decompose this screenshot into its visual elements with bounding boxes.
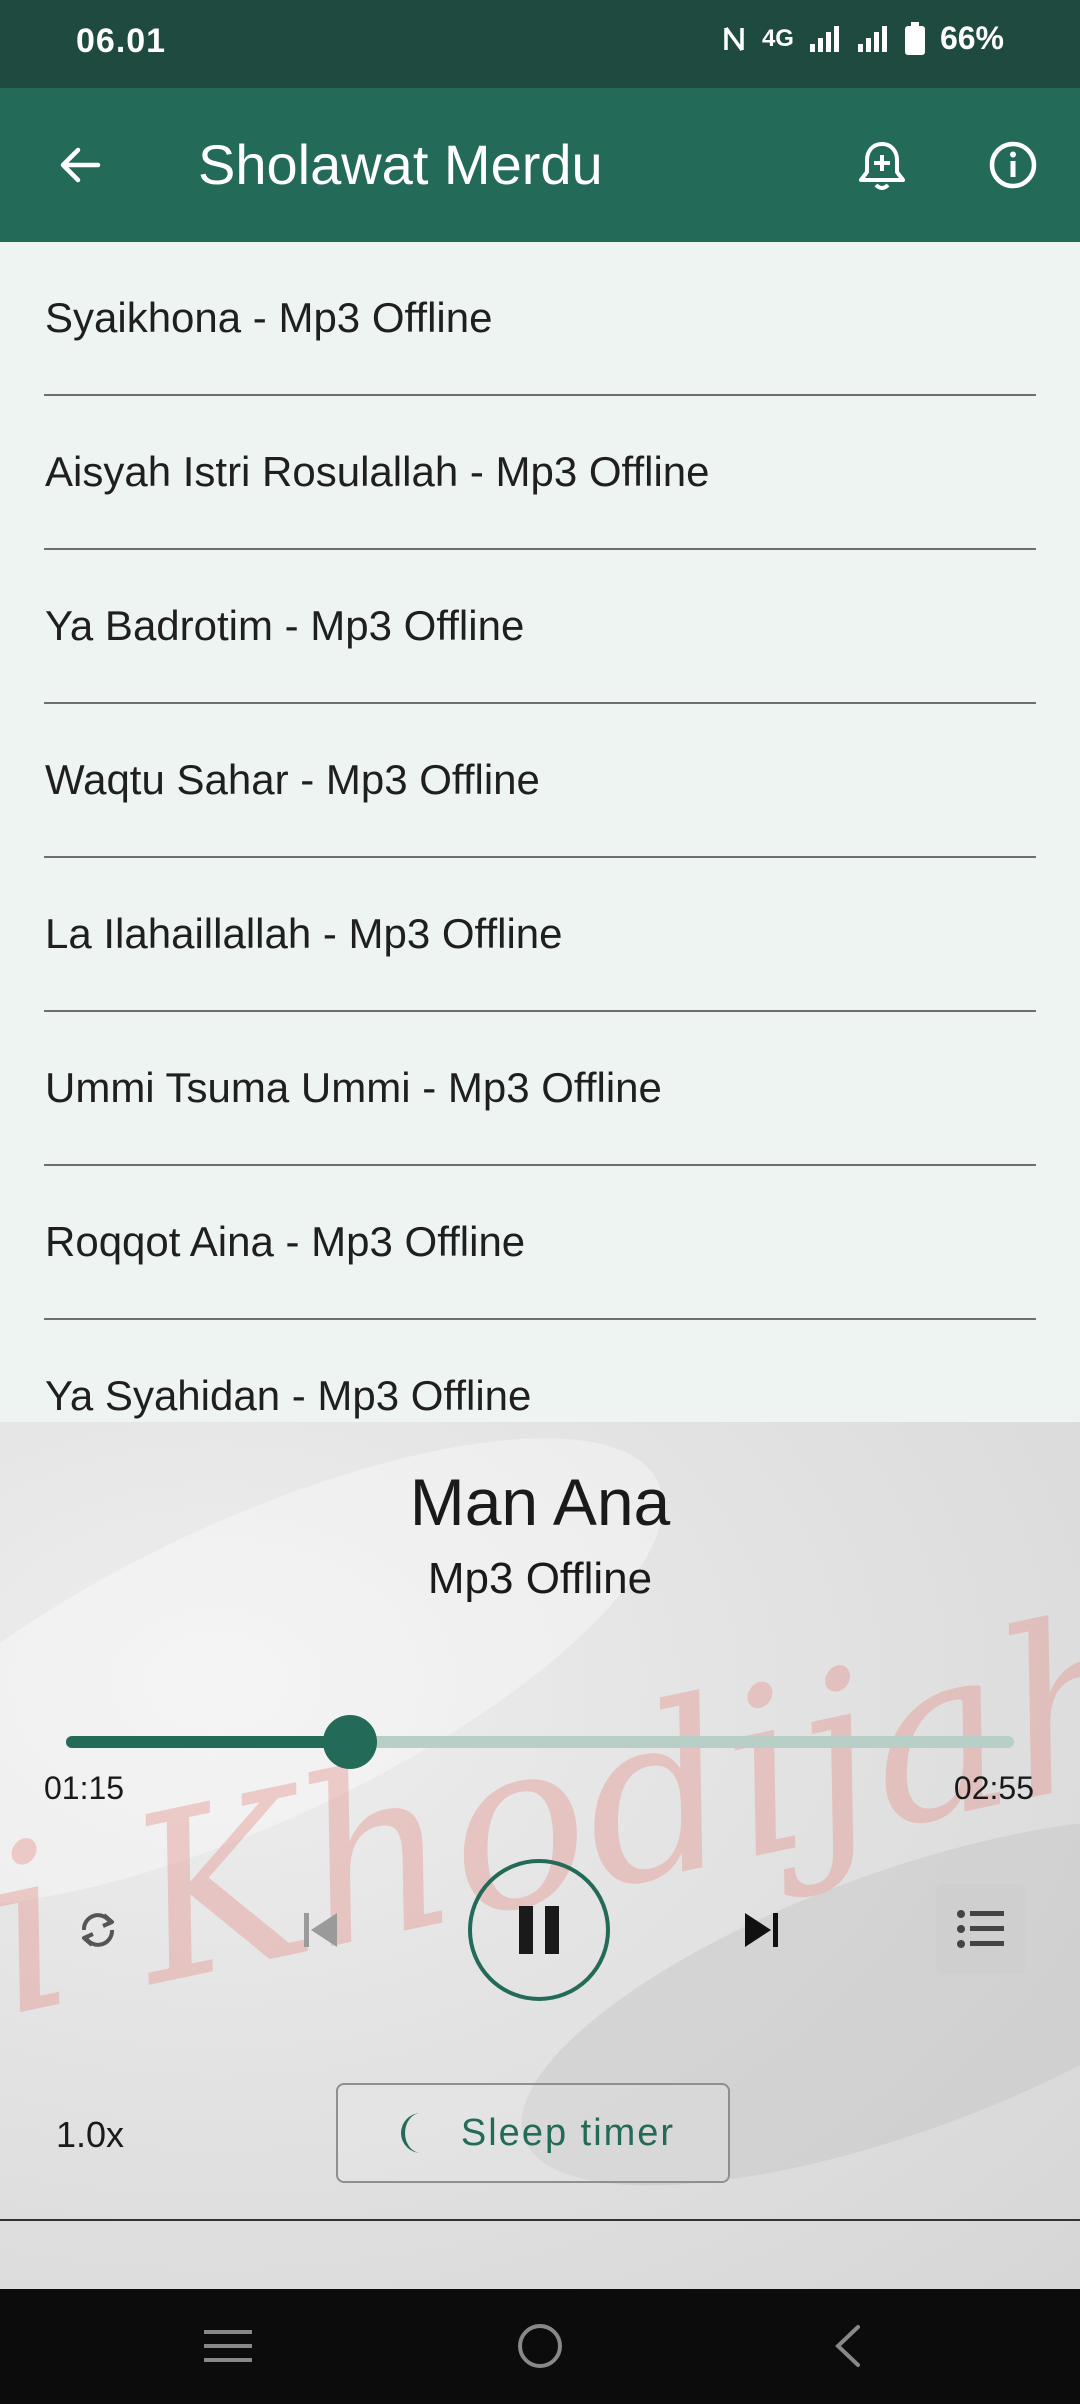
playlist-icon <box>957 1910 1004 1948</box>
recent-apps-button[interactable] <box>188 2316 268 2376</box>
system-nav-bar <box>0 2289 1080 2404</box>
list-item[interactable]: Waqtu Sahar - Mp3 Offline <box>44 704 1036 858</box>
seek-progress <box>66 1736 351 1748</box>
list-item[interactable]: Ya Badrotim - Mp3 Offline <box>44 550 1036 704</box>
notification-button[interactable] <box>842 125 922 205</box>
info-button[interactable] <box>973 125 1053 205</box>
pause-button[interactable] <box>468 1859 610 2001</box>
info-icon <box>989 141 1037 189</box>
now-playing-subtitle: Mp3 Offline <box>427 1554 653 1603</box>
skip-next-icon <box>745 1913 778 1947</box>
current-time: 01:15 <box>44 1770 125 1806</box>
list-item[interactable]: Ummi Tsuma Ummi - Mp3 Offline <box>44 1012 1036 1166</box>
status-bar: 06.01 4G 66% <box>0 0 1080 88</box>
battery-percent: 66% <box>939 20 1004 56</box>
playlist-button[interactable] <box>936 1884 1026 1974</box>
signal-icon-1 <box>809 25 839 52</box>
previous-button[interactable] <box>280 1890 360 1970</box>
seek-thumb[interactable] <box>323 1715 378 1769</box>
list-item[interactable]: Roqqot Aina - Mp3 Offline <box>44 1166 1036 1320</box>
home-circle-icon <box>518 2324 562 2368</box>
bell-plus-icon <box>859 142 905 190</box>
back-button[interactable] <box>40 125 120 205</box>
skip-previous-icon <box>304 1913 337 1947</box>
list-item[interactable]: Aisyah Istri Rosulallah - Mp3 Offline <box>44 396 1036 550</box>
list-item[interactable]: Syaikhona - Mp3 Offline <box>44 242 1036 396</box>
pause-icon <box>519 1906 559 1954</box>
repeat-button[interactable] <box>58 1890 138 1970</box>
divider <box>0 2219 1080 2221</box>
song-list[interactable]: Syaikhona - Mp3 Offline Aisyah Istri Ros… <box>0 242 1080 1422</box>
status-time: 06.01 <box>76 22 167 60</box>
seek-bar[interactable] <box>66 1715 1014 1769</box>
list-item[interactable]: Ya Syahidan - Mp3 Offline <box>44 1320 1036 1422</box>
list-item[interactable]: La Ilahaillallah - Mp3 Offline <box>44 858 1036 1012</box>
system-back-button[interactable] <box>808 2316 888 2376</box>
home-button[interactable] <box>500 2316 580 2376</box>
sleep-timer-button[interactable]: Sleep timer <box>336 2083 730 2183</box>
next-button[interactable] <box>722 1890 802 1970</box>
signal-icon-2 <box>857 25 887 52</box>
background-fabric <box>479 1743 1080 2261</box>
battery-icon <box>904 21 925 55</box>
app-bar: Sholawat Merdu <box>0 88 1080 242</box>
now-playing-title: Man Ana <box>409 1465 671 1539</box>
moon-icon <box>400 2113 421 2153</box>
player-panel: i Khodijah Man Ana Mp3 Offline 01:15 02:… <box>0 1422 1080 2289</box>
status-icons: 4G 66% <box>722 20 1004 57</box>
nfc-icon <box>724 26 744 51</box>
page-title: Sholawat Merdu <box>198 133 603 196</box>
network-type: 4G <box>761 24 794 52</box>
total-time: 02:55 <box>953 1770 1034 1806</box>
menu-icon <box>204 2330 252 2362</box>
sleep-timer-label: Sleep timer <box>460 2111 676 2154</box>
repeat-icon <box>82 1913 114 1947</box>
playback-speed[interactable]: 1.0x <box>56 2114 124 2156</box>
arrow-back-icon <box>60 147 101 183</box>
chevron-left-icon <box>835 2325 860 2367</box>
